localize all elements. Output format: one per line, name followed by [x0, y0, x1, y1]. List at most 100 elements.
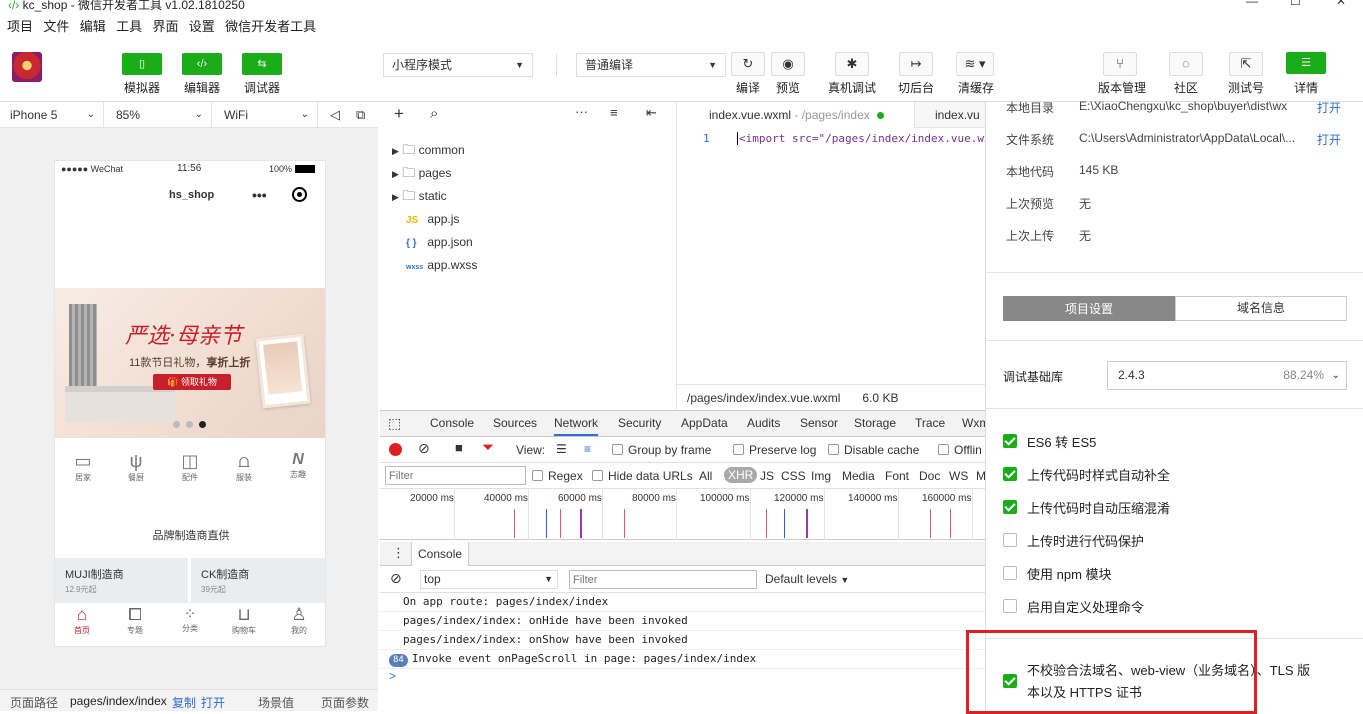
- search-icon[interactable]: ⌕: [430, 105, 438, 122]
- folder-pages[interactable]: ▶ 🗀 pages: [392, 162, 451, 184]
- editor-tab-active[interactable]: index.vue.wxml - /pages/index: [677, 102, 915, 128]
- disable-cache-checkbox[interactable]: Disable cache: [828, 443, 919, 457]
- type-xhr[interactable]: XHR: [724, 467, 758, 483]
- preserve-log-checkbox[interactable]: Preserve log: [733, 443, 816, 457]
- carousel-dot-active[interactable]: [199, 421, 206, 428]
- zoom-select[interactable]: 85% ⌄: [106, 102, 212, 128]
- details-button[interactable]: ☰: [1286, 52, 1326, 74]
- menu-project[interactable]: 项目: [7, 16, 33, 38]
- regex-checkbox[interactable]: Regex: [532, 469, 583, 483]
- category-clothing[interactable]: ⩍ 服装: [226, 451, 262, 483]
- clear-icon[interactable]: ⊘: [418, 440, 430, 457]
- file-app-js[interactable]: JS app.js: [406, 208, 459, 230]
- tab-security[interactable]: Security: [618, 416, 661, 430]
- close-miniprogram-icon[interactable]: [292, 187, 307, 202]
- maximize-button[interactable]: ☐: [1290, 0, 1301, 8]
- menu-edit[interactable]: 编辑: [80, 16, 106, 38]
- editor-tab[interactable]: index.vu: [935, 102, 980, 128]
- more-icon[interactable]: ···: [575, 104, 588, 119]
- brand-card-ck[interactable]: CK制造商 39元起: [191, 558, 325, 602]
- compile-select[interactable]: 普通编译 ▼: [576, 53, 726, 77]
- tab-category[interactable]: ⁘ 分类: [171, 605, 209, 634]
- camera-icon[interactable]: ■: [455, 440, 463, 455]
- page-params-label[interactable]: 页面参数: [321, 694, 369, 711]
- custom-command-checkbox[interactable]: [1003, 599, 1017, 613]
- tab-mine[interactable]: ♙ 我的: [280, 605, 318, 636]
- tab-network[interactable]: Network: [554, 416, 599, 436]
- tab-domain-info[interactable]: 域名信息: [1175, 296, 1347, 321]
- file-app-wxss[interactable]: wxss app.wxss: [406, 254, 477, 276]
- inspect-icon[interactable]: ⬚: [388, 415, 401, 432]
- copy-path-link[interactable]: 复制: [172, 694, 196, 711]
- type-font[interactable]: Font: [885, 469, 909, 483]
- open-path-link[interactable]: 打开: [201, 694, 225, 711]
- banner-gift-button[interactable]: 🎁 领取礼物: [153, 374, 231, 390]
- collapse-icon[interactable]: ≡: [610, 105, 618, 120]
- carousel-dot[interactable]: [186, 421, 193, 428]
- avatar[interactable]: [12, 52, 42, 82]
- minify-checkbox[interactable]: [1003, 500, 1017, 514]
- category-interest[interactable]: N 志趣: [280, 451, 316, 480]
- more-menu-icon[interactable]: •••: [252, 187, 267, 203]
- category-accessories[interactable]: ◫ 配件: [172, 451, 208, 483]
- drawer-menu-icon[interactable]: ⋮: [392, 545, 405, 561]
- community-button[interactable]: ◌: [1169, 52, 1203, 76]
- speaker-icon[interactable]: ◁: [330, 102, 340, 128]
- remote-debug-button[interactable]: ✱: [835, 52, 869, 76]
- brand-card-muji[interactable]: MUJI制造商 12.9元起: [55, 558, 188, 602]
- code-line[interactable]: <import src="/pages/index/index.vue.wx: [737, 132, 991, 145]
- console-filter-input[interactable]: [569, 570, 757, 589]
- console-prompt[interactable]: >: [389, 669, 396, 683]
- banner[interactable]: 严选·母亲节 11款节日礼物，享折上折 🎁 领取礼物: [55, 288, 325, 438]
- network-select[interactable]: WiFi ⌄: [214, 102, 318, 128]
- debugger-toggle-button[interactable]: ⇆: [242, 53, 282, 75]
- scene-value-label[interactable]: 场景值: [258, 694, 294, 711]
- tab-topic[interactable]: ⧠ 专题: [116, 605, 154, 636]
- carousel-dot[interactable]: [173, 421, 180, 428]
- log-levels-select[interactable]: Default levels ▼: [765, 572, 849, 586]
- tab-sources[interactable]: Sources: [493, 416, 537, 430]
- hide-data-urls-checkbox[interactable]: Hide data URLs: [592, 469, 693, 483]
- menu-view[interactable]: 界面: [152, 16, 178, 38]
- folder-static[interactable]: ▶ 🗀 static: [392, 185, 447, 207]
- background-button[interactable]: ↦: [899, 52, 933, 76]
- version-button[interactable]: ⑂: [1103, 52, 1137, 76]
- type-js[interactable]: JS: [760, 469, 774, 483]
- tab-project-settings[interactable]: 项目设置: [1003, 296, 1175, 321]
- compile-button[interactable]: ↻: [731, 52, 765, 76]
- close-button[interactable]: ✕: [1336, 0, 1346, 8]
- record-icon[interactable]: [389, 443, 402, 456]
- open-local-dir-link[interactable]: 打开: [1317, 99, 1341, 116]
- type-ws[interactable]: WS: [949, 469, 968, 483]
- tab-console[interactable]: Console: [430, 416, 474, 430]
- code-protect-checkbox[interactable]: [1003, 533, 1017, 547]
- preview-button[interactable]: ◉: [771, 52, 805, 76]
- type-all[interactable]: All: [699, 469, 712, 483]
- network-timeline[interactable]: 20000 ms 40000 ms 60000 ms 80000 ms 1000…: [380, 489, 985, 540]
- npm-checkbox[interactable]: [1003, 566, 1017, 580]
- tab-appdata[interactable]: AppData: [681, 416, 728, 430]
- hide-tree-icon[interactable]: ⇤: [646, 105, 657, 121]
- base-lib-select[interactable]: 2.4.3 88.24% ⌄: [1107, 361, 1347, 390]
- type-css[interactable]: CSS: [781, 469, 806, 483]
- open-file-system-link[interactable]: 打开: [1317, 131, 1341, 148]
- console-drawer-tab[interactable]: Console: [411, 542, 470, 566]
- tab-cart[interactable]: ⊔ 购物车: [225, 605, 263, 636]
- type-img[interactable]: Img: [811, 469, 831, 483]
- waterfall-view-icon[interactable]: ≡: [584, 442, 591, 456]
- es6-checkbox[interactable]: [1003, 434, 1017, 448]
- tab-home[interactable]: ⌂ 首页: [63, 605, 101, 636]
- menu-devtools[interactable]: 微信开发者工具: [225, 16, 316, 38]
- filter-icon[interactable]: ⏷: [482, 439, 494, 456]
- category-kitchen[interactable]: ψ 餐厨: [118, 451, 154, 483]
- type-media[interactable]: Media: [842, 469, 875, 483]
- test-account-button[interactable]: ⇱: [1229, 52, 1263, 76]
- list-view-icon[interactable]: ☰: [556, 442, 567, 456]
- tab-audits[interactable]: Audits: [747, 416, 780, 430]
- simulator-toggle-button[interactable]: ▯: [122, 53, 162, 75]
- mode-select[interactable]: 小程序模式 ▼: [383, 53, 533, 77]
- type-doc[interactable]: Doc: [919, 469, 940, 483]
- context-select[interactable]: top ▼: [420, 570, 558, 589]
- network-filter-input[interactable]: [385, 466, 526, 485]
- folder-common[interactable]: ▶ 🗀 common: [392, 139, 465, 161]
